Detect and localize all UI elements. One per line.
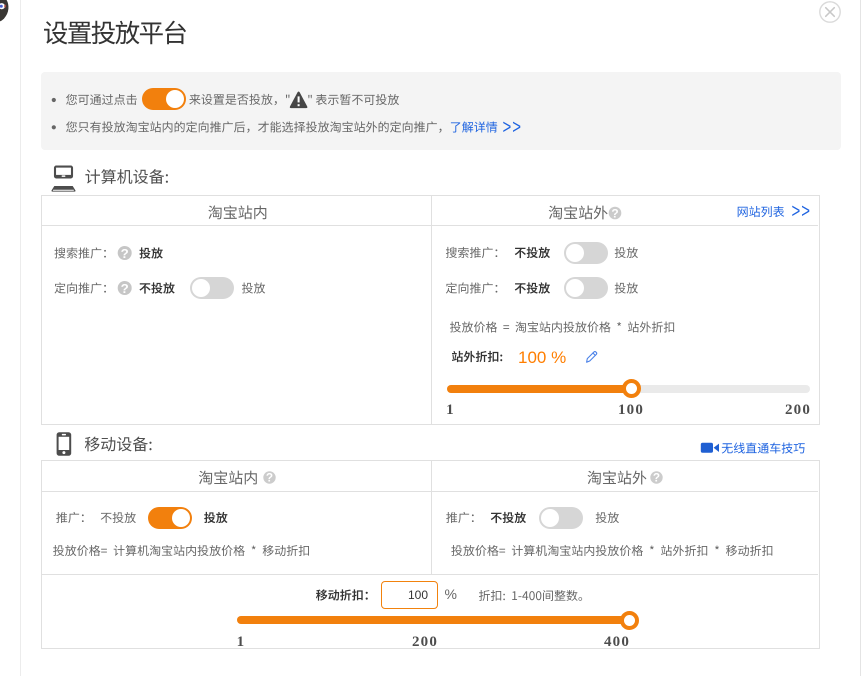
svg-text:?: ? (121, 246, 129, 261)
svg-text:?: ? (653, 472, 660, 485)
svg-text:?: ? (121, 281, 129, 296)
svg-text:?: ? (266, 472, 273, 485)
svg-text:?: ? (611, 206, 618, 220)
